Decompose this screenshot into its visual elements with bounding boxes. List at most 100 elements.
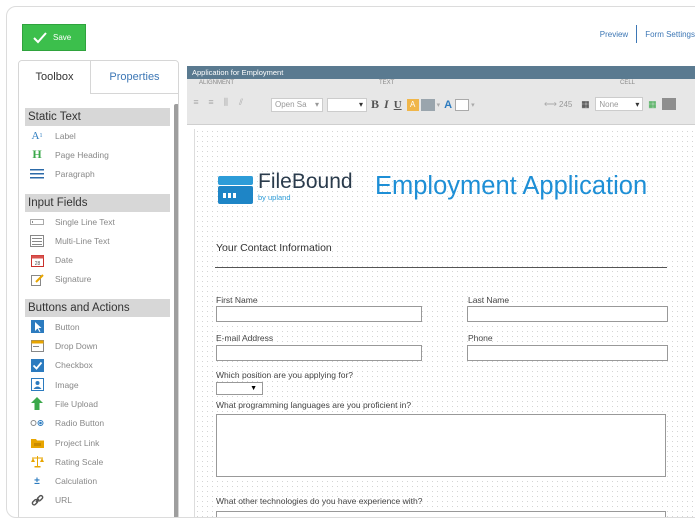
toolbox-scrollbar[interactable] xyxy=(174,104,178,517)
tool-label-text: Label xyxy=(55,130,76,141)
logo-subtitle: by upland xyxy=(258,193,291,202)
tool-label[interactable]: A1 Label xyxy=(25,126,170,145)
chevron-down-icon[interactable]: ▾ xyxy=(471,101,475,109)
languages-label: What programming languages are you profi… xyxy=(216,400,412,410)
format-ribbon: ALIGNMENT TEXT CELL ≡ ≡ ⫼ ⫽ Open Sa ▾ ▾ B… xyxy=(187,79,695,125)
tool-rating-scale[interactable]: Rating Scale xyxy=(25,452,170,471)
checkmark-icon xyxy=(33,31,47,43)
form-canvas[interactable]: FileBound by upland Employment Applicati… xyxy=(194,129,695,517)
calculator-icon: ± xyxy=(34,475,40,487)
tool-date[interactable]: 28 Date xyxy=(25,250,170,269)
tool-project-link-label: Project Link xyxy=(55,437,100,448)
tool-calculation[interactable]: ± Calculation xyxy=(25,471,170,490)
tool-image[interactable]: Image xyxy=(25,375,170,394)
section-divider xyxy=(215,267,667,268)
tool-page-heading-text: Page Heading xyxy=(55,149,109,160)
phone-field[interactable] xyxy=(467,345,668,361)
ribbon-cell-label: CELL xyxy=(620,80,636,86)
align-bottom-icon[interactable]: ⫽ xyxy=(236,97,246,107)
tab-properties[interactable]: Properties xyxy=(91,61,178,94)
first-name-field[interactable] xyxy=(216,306,422,322)
tool-calculation-label: Calculation xyxy=(55,476,98,487)
bold-button[interactable]: B xyxy=(371,97,379,112)
dropdown-icon xyxy=(29,339,45,353)
save-button[interactable]: Save xyxy=(22,24,86,51)
tool-paragraph-text: Paragraph xyxy=(55,169,95,180)
font-color-button[interactable]: A xyxy=(444,99,452,111)
last-name-field[interactable] xyxy=(467,306,668,322)
single-line-icon xyxy=(29,215,45,229)
tool-signature[interactable]: Signature xyxy=(25,270,170,289)
highlight-color-button[interactable]: A xyxy=(406,98,419,111)
font-color-swatch[interactable] xyxy=(455,98,470,111)
text-group: Open Sa ▾ ▾ B I U A ▾ A ▾ xyxy=(271,97,475,112)
chevron-down-icon[interactable]: ▾ xyxy=(437,101,441,109)
position-select[interactable]: ▼ xyxy=(216,382,263,395)
toolbox-panel: Toolbox Properties Static Text A1 Label … xyxy=(18,60,179,517)
chevron-down-icon: ▾ xyxy=(635,99,640,109)
upload-icon xyxy=(29,397,45,411)
toolbox-list: Static Text A1 Label H Page Heading Para… xyxy=(25,104,170,517)
tool-paragraph[interactable]: Paragraph xyxy=(25,165,170,184)
tool-url[interactable]: URL xyxy=(25,491,170,510)
border-select-value: None xyxy=(599,99,619,109)
contact-section-title: Your Contact Information xyxy=(216,242,332,254)
technologies-label: What other technologies do you have expe… xyxy=(216,496,423,506)
border-select[interactable]: None ▾ xyxy=(595,97,644,111)
alignment-group: ≡ ≡ ⫼ ⫽ xyxy=(191,97,251,107)
align-center-icon[interactable]: ≡ xyxy=(206,97,216,107)
tool-multi-line-text[interactable]: Multi-Line Text xyxy=(25,231,170,250)
image-icon xyxy=(29,378,45,392)
technologies-textarea[interactable] xyxy=(216,511,666,517)
tool-signature-label: Signature xyxy=(55,274,92,285)
tool-file-upload[interactable]: File Upload xyxy=(25,394,170,413)
tool-single-line-text-label: Single Line Text xyxy=(55,216,115,227)
phone-label: Phone xyxy=(468,333,493,343)
filebound-logo-icon xyxy=(218,176,253,204)
form-settings-link[interactable]: Form Settings xyxy=(645,30,695,39)
highlight-swatch[interactable] xyxy=(420,98,435,111)
tool-button[interactable]: Button xyxy=(25,317,170,336)
panel-tabs: Toolbox Properties xyxy=(19,61,178,94)
form-title: Employment Application xyxy=(375,172,648,200)
font-size-select[interactable]: ▾ xyxy=(327,97,367,112)
tool-multi-line-text-label: Multi-Line Text xyxy=(55,235,110,246)
button-icon xyxy=(29,320,45,334)
tool-radio-button[interactable]: Radio Button xyxy=(25,414,170,433)
underline-button[interactable]: U xyxy=(394,99,402,111)
app-frame: Save Preview Form Settings Toolbox Prope… xyxy=(6,6,695,518)
tool-url-label: URL xyxy=(55,495,73,506)
tool-file-upload-label: File Upload xyxy=(55,398,98,409)
svg-text:28: 28 xyxy=(34,261,40,267)
align-top-icon[interactable]: ⫼ xyxy=(221,97,231,107)
tool-project-link[interactable]: Project Link xyxy=(25,433,170,452)
italic-button[interactable]: I xyxy=(384,97,389,112)
filebound-logo: FileBound by upland xyxy=(218,170,353,204)
align-left-icon[interactable]: ≡ xyxy=(191,97,201,107)
border-style-icon: ▦ xyxy=(581,99,590,109)
languages-textarea[interactable] xyxy=(216,414,666,477)
heading-icon: H xyxy=(32,147,42,162)
preview-link[interactable]: Preview xyxy=(600,30,628,39)
tool-rating-scale-label: Rating Scale xyxy=(55,456,104,467)
checkbox-icon xyxy=(29,358,45,372)
link-divider xyxy=(636,25,638,43)
font-select[interactable]: Open Sa ▾ xyxy=(271,97,323,112)
scale-icon xyxy=(29,455,45,469)
email-field[interactable] xyxy=(216,345,422,361)
tool-checkbox[interactable]: Checkbox xyxy=(25,356,170,375)
tool-button-label: Button xyxy=(55,321,80,332)
save-button-label: Save xyxy=(53,33,72,42)
radio-icon xyxy=(29,416,45,430)
tool-drop-down[interactable]: Drop Down xyxy=(25,336,170,355)
tool-page-heading[interactable]: H Page Heading xyxy=(25,145,170,164)
tool-single-line-text[interactable]: Single Line Text xyxy=(25,212,170,231)
editor-title: Application for Employment xyxy=(187,66,695,79)
cell-width-icon: ⟷ xyxy=(544,99,557,109)
cell-width-value[interactable]: 245 xyxy=(559,100,572,109)
cell-color-swatch[interactable] xyxy=(662,98,677,110)
cell-color-icon[interactable]: ▦ xyxy=(647,99,657,109)
calendar-icon: 28 xyxy=(29,253,45,267)
tab-toolbox[interactable]: Toolbox xyxy=(19,61,91,94)
logo-name: FileBound xyxy=(258,170,353,193)
